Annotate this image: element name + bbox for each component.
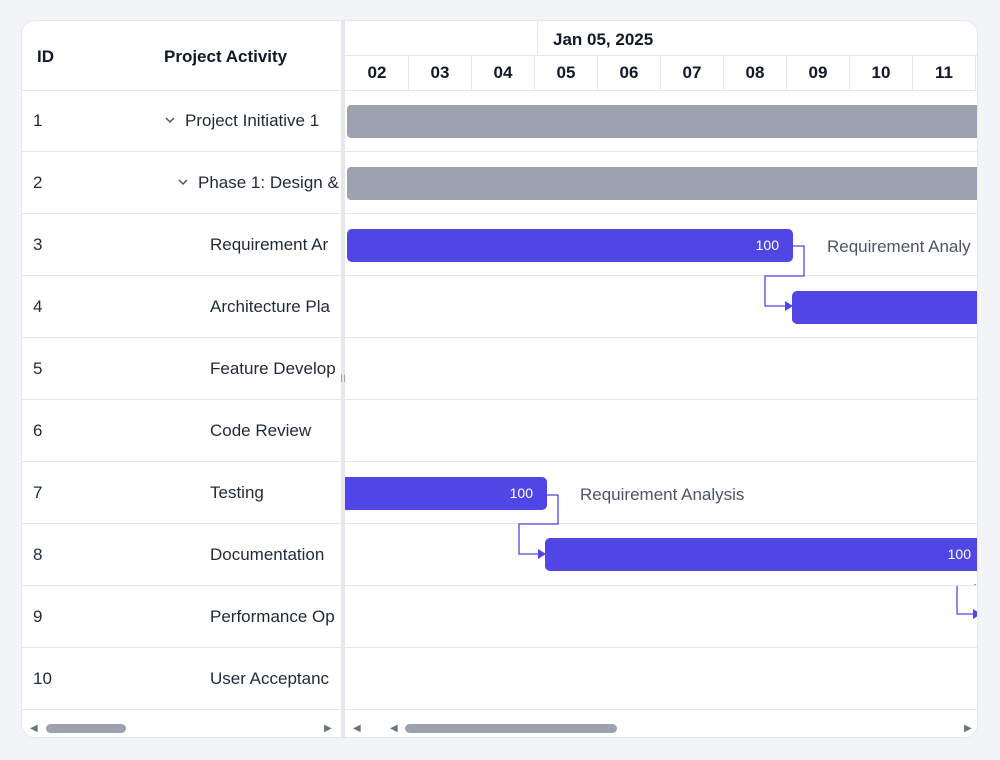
table-row[interactable]: 7 Testing <box>22 462 342 524</box>
table-row[interactable]: 8 Documentation <box>22 524 342 586</box>
task-bar-label: Requirement Analysis <box>580 485 745 504</box>
timeline-day: 05 <box>535 55 598 90</box>
chart-row <box>345 276 977 338</box>
row-id: 5 <box>33 359 43 378</box>
arrow-right-icon[interactable]: ▶ <box>324 723 332 734</box>
row-name: Performance Op <box>210 607 335 626</box>
timeline-pane: Jan 05, 2025 02 03 04 05 06 07 08 09 10 … <box>345 21 977 737</box>
table-row[interactable]: 10 User Acceptanc <box>22 648 342 710</box>
timeline-day: 07 <box>661 55 724 90</box>
row-id: 7 <box>33 483 43 502</box>
arrow-left-icon[interactable]: ◀ <box>390 723 398 734</box>
task-progress-label: 100 <box>509 485 533 501</box>
table-row[interactable]: 5 Feature Develop <box>22 338 342 400</box>
timeline-day: 06 <box>598 55 661 90</box>
timeline-day: 09 <box>787 55 850 90</box>
table-row[interactable]: 6 Code Review <box>22 400 342 462</box>
row-id: 6 <box>33 421 43 440</box>
arrow-left-icon[interactable]: ◀ <box>30 723 38 734</box>
row-id: 2 <box>33 173 43 192</box>
row-name: Project Initiative 1 <box>185 111 320 130</box>
row-id: 10 <box>33 669 52 688</box>
chart-row <box>345 400 977 462</box>
task-bar[interactable] <box>792 291 977 324</box>
grid-scrollbar-thumb[interactable] <box>46 724 126 733</box>
chart-row <box>345 586 977 648</box>
chevron-down-icon[interactable] <box>176 175 190 189</box>
chart-row: 100 Requirement Analysis <box>345 462 977 524</box>
chart-row: 100 Requirement Analy <box>345 214 977 276</box>
table-row[interactable]: 4 Architecture Pla <box>22 276 342 338</box>
row-id: 9 <box>33 607 43 626</box>
task-progress-label: 100 <box>947 546 971 562</box>
grid-header: ID Project Activity <box>22 21 342 91</box>
table-row[interactable]: 1 Project Initiative 1 <box>22 90 342 152</box>
column-header-id[interactable]: ID <box>37 47 54 67</box>
row-name: Architecture Pla <box>210 297 330 316</box>
chart-row <box>345 152 977 214</box>
row-name: User Acceptanc <box>210 669 330 688</box>
task-bar[interactable]: 100 <box>545 538 977 571</box>
row-name: Testing <box>210 483 264 502</box>
table-row[interactable]: 3 Requirement Ar <box>22 214 342 276</box>
chart-horizontal-scrollbar[interactable]: ◀ ◀ ▶ <box>345 719 977 737</box>
table-row[interactable]: 9 Performance Op <box>22 586 342 648</box>
row-id: 4 <box>33 297 43 316</box>
task-grid: ID Project Activity 1 Project Initiative… <box>22 21 342 737</box>
task-bar[interactable]: 100 <box>347 229 793 262</box>
arrow-left-icon[interactable]: ◀ <box>353 723 361 734</box>
grid-horizontal-scrollbar[interactable]: ◀ ▶ <box>22 719 342 737</box>
arrow-right-icon[interactable]: ▶ <box>964 723 972 734</box>
column-header-project-activity[interactable]: Project Activity <box>164 47 287 67</box>
row-name: Code Review <box>210 421 312 440</box>
row-name: Feature Develop <box>210 359 336 378</box>
task-progress-label: 100 <box>755 237 779 253</box>
timeline-day: 11 <box>913 55 976 90</box>
chart-row <box>345 338 977 400</box>
summary-bar[interactable] <box>347 167 977 200</box>
chart-row <box>345 90 977 152</box>
timeline-top-tier: Jan 05, 2025 <box>345 21 977 56</box>
row-name: Phase 1: Design & <box>198 173 339 192</box>
row-id: 8 <box>33 545 43 564</box>
timeline-bottom-tier: 02 03 04 05 06 07 08 09 10 11 <box>345 55 977 91</box>
gantt-chart: ID Project Activity 1 Project Initiative… <box>21 20 978 738</box>
timeline-day: 08 <box>724 55 787 90</box>
timeline-week-label: Jan 05, 2025 <box>553 30 654 49</box>
task-bar[interactable]: 100 <box>345 477 547 510</box>
row-name: Requirement Ar <box>210 235 329 254</box>
task-bar-label: Requirement Analy <box>827 237 971 256</box>
chevron-down-icon[interactable] <box>163 113 177 127</box>
chart-scrollbar-thumb[interactable] <box>405 724 617 733</box>
row-name: Documentation <box>210 545 325 564</box>
table-row[interactable]: 2 Phase 1: Design & <box>22 152 342 214</box>
row-id: 1 <box>33 111 43 130</box>
row-id: 3 <box>33 235 43 254</box>
timeline-day: 04 <box>472 55 535 90</box>
chart-row: 100 <box>345 524 977 586</box>
timeline-top-cell <box>345 21 538 55</box>
timeline-day: 03 <box>409 55 472 90</box>
timeline-day: 02 <box>346 55 409 90</box>
summary-bar[interactable] <box>347 105 977 138</box>
timeline-day: 10 <box>850 55 913 90</box>
chart-row <box>345 648 977 710</box>
